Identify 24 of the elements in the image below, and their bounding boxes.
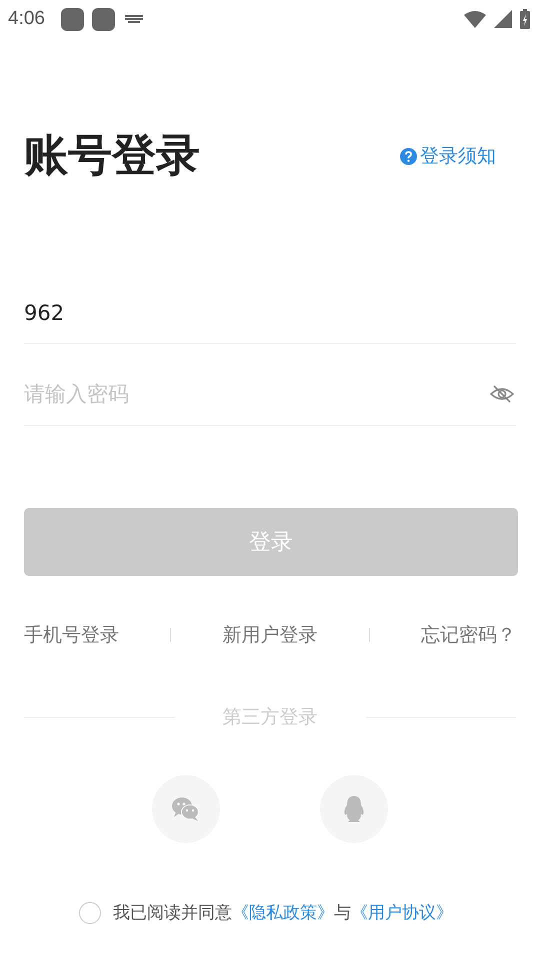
notification-icon bbox=[60, 8, 84, 30]
signal-icon bbox=[494, 10, 512, 28]
login-option-link[interactable]: 新用户登录 bbox=[222, 622, 318, 648]
status-time: 4:06 bbox=[8, 8, 45, 30]
help-link[interactable]: 登录须知 bbox=[400, 143, 496, 169]
phone-input-field[interactable]: 962 bbox=[24, 282, 516, 344]
password-input-field[interactable]: 请输入密码 bbox=[24, 382, 490, 406]
keyboard-icon bbox=[124, 14, 143, 24]
login-option-link[interactable]: 忘记密码？ bbox=[421, 622, 516, 648]
agree-checkbox[interactable] bbox=[79, 902, 101, 924]
eye-icon[interactable] bbox=[490, 384, 514, 402]
wifi-icon bbox=[464, 10, 486, 28]
notification-icon bbox=[92, 8, 115, 30]
agreement-text: 我已阅读并同意 bbox=[113, 903, 232, 923]
help-link-text[interactable]: 登录须知 bbox=[420, 143, 496, 169]
login-option-link[interactable]: 手机号登录 bbox=[24, 622, 119, 648]
page-title: 账号登录 bbox=[24, 129, 200, 183]
battery-icon bbox=[520, 9, 530, 29]
chat-bubbles-icon bbox=[171, 796, 201, 822]
help-icon bbox=[400, 148, 417, 164]
penguin-icon bbox=[343, 795, 365, 823]
agreement-text: 与 bbox=[334, 903, 351, 923]
agreement-link[interactable]: 《用户协议》 bbox=[351, 903, 453, 923]
agreement-link[interactable]: 《隐私政策》 bbox=[232, 903, 334, 923]
